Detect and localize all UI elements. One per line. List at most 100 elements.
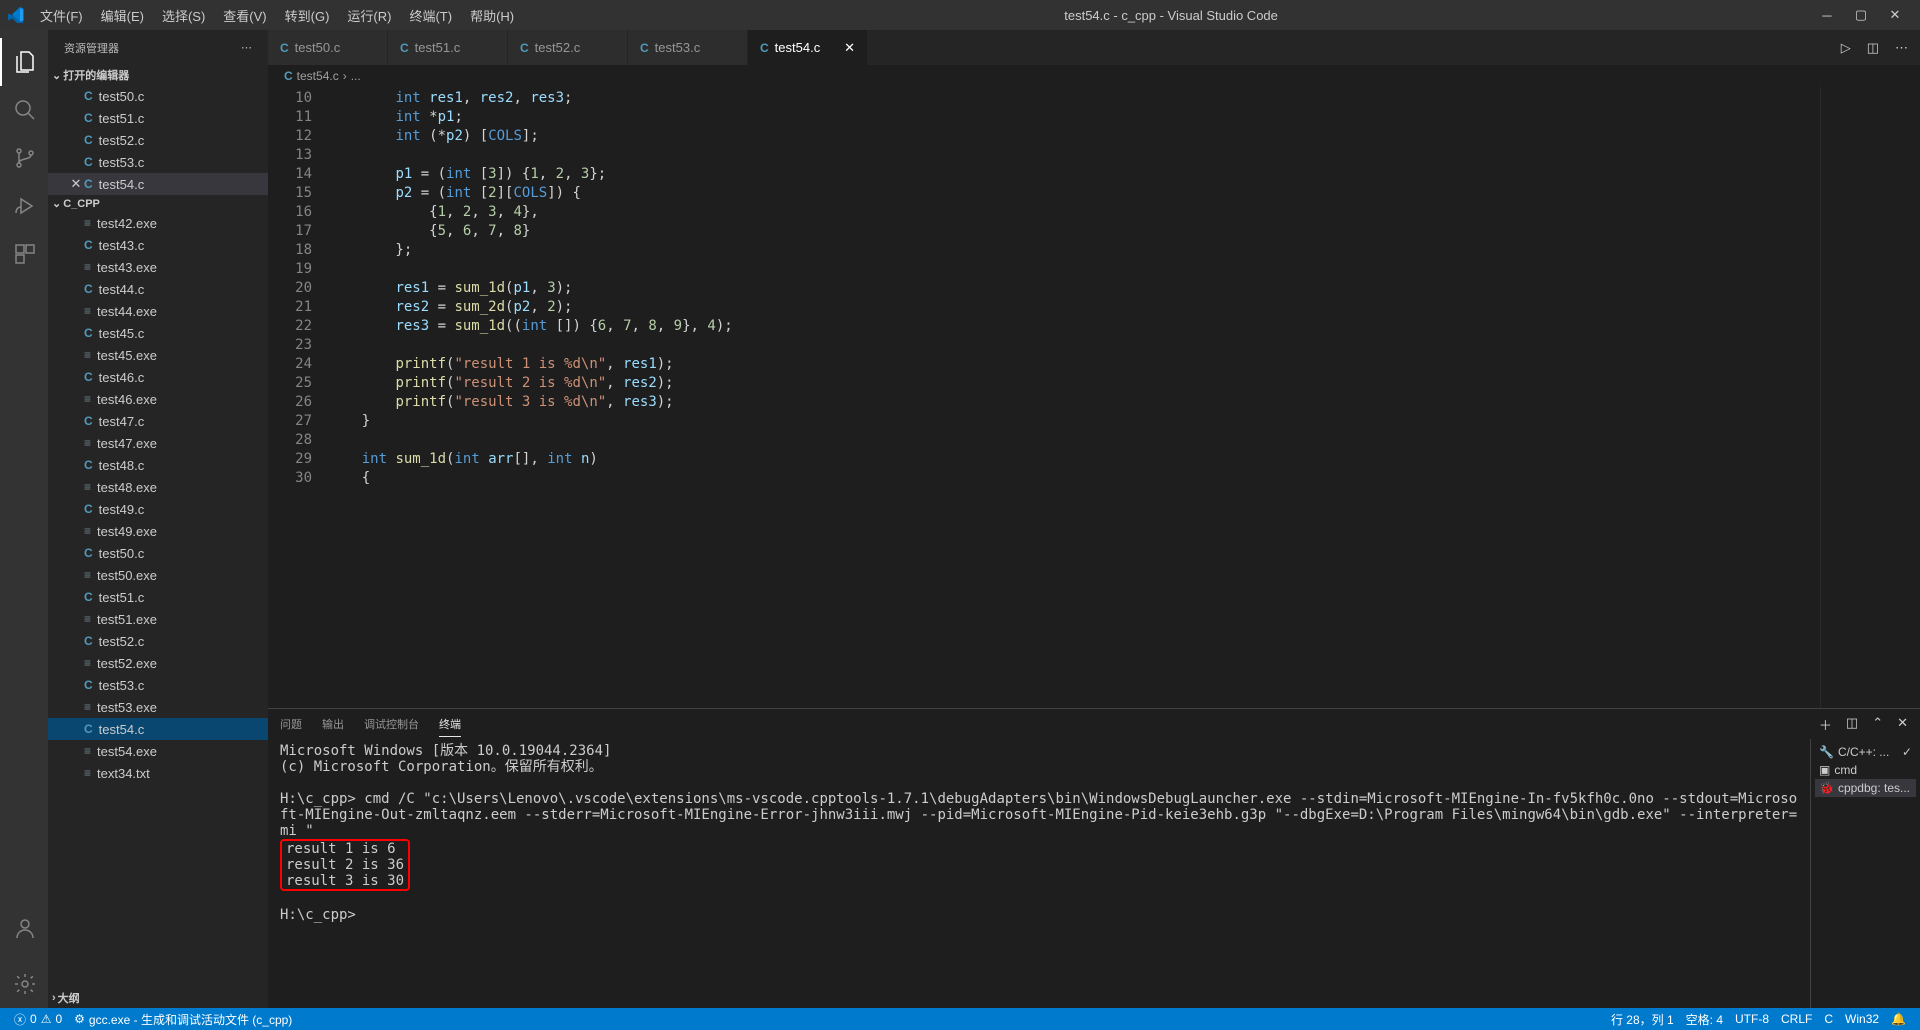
status-build[interactable]: ⚙gcc.exe - 生成和调试活动文件 (c_cpp)	[68, 1011, 298, 1028]
file-item[interactable]: ≡ test44.exe	[48, 300, 268, 322]
activity-search[interactable]	[0, 86, 48, 134]
status-platform[interactable]: Win32	[1839, 1011, 1885, 1028]
close-icon[interactable]: ✕	[836, 40, 855, 56]
breadcrumb[interactable]: C test54.c › ...	[268, 65, 1920, 87]
file-item[interactable]: ≡ test48.exe	[48, 476, 268, 498]
editor-tab[interactable]: C test54.c ✕	[748, 30, 868, 65]
status-linecol[interactable]: 行 28，列 1	[1605, 1011, 1680, 1028]
file-item[interactable]: C test46.c	[48, 366, 268, 388]
menu-select[interactable]: 选择(S)	[154, 2, 213, 29]
terminal-item[interactable]: 🐞 cppdbg: tes...	[1815, 779, 1916, 797]
menu-terminal[interactable]: 终端(T)	[401, 2, 460, 29]
tab-output[interactable]: 输出	[322, 712, 344, 736]
file-item[interactable]: C test48.c	[48, 454, 268, 476]
file-item[interactable]: C test44.c	[48, 278, 268, 300]
menu-go[interactable]: 转到(G)	[277, 2, 338, 29]
close-icon[interactable]: ✕	[68, 176, 84, 192]
status-spaces[interactable]: 空格: 4	[1680, 1011, 1729, 1028]
exe-file-icon: ≡	[84, 348, 91, 362]
activity-explorer[interactable]	[0, 38, 48, 86]
minimap[interactable]	[1820, 87, 1920, 708]
activity-account[interactable]	[0, 904, 48, 952]
file-item[interactable]: ≡ test45.exe	[48, 344, 268, 366]
open-editor-item[interactable]: ✕ C test53.c	[48, 151, 268, 173]
editor-tab[interactable]: C test50.c ✕	[268, 30, 388, 65]
tab-terminal[interactable]: 终端	[439, 712, 461, 737]
status-language[interactable]: C	[1818, 1011, 1839, 1028]
maximize-button[interactable]: ▢	[1854, 8, 1868, 22]
file-item[interactable]: ≡ test51.exe	[48, 608, 268, 630]
open-editor-item[interactable]: ✕ C test51.c	[48, 107, 268, 129]
menu-edit[interactable]: 编辑(E)	[93, 2, 152, 29]
file-item[interactable]: C test51.c	[48, 586, 268, 608]
file-item[interactable]: C test49.c	[48, 498, 268, 520]
open-editor-item[interactable]: ✕ C test54.c	[48, 173, 268, 195]
maximize-panel-icon[interactable]: ⌃	[1872, 715, 1883, 734]
menu-view[interactable]: 查看(V)	[215, 2, 274, 29]
file-item[interactable]: ≡ test52.exe	[48, 652, 268, 674]
editor-more-icon[interactable]: ⋯	[1895, 40, 1908, 56]
file-label: text34.txt	[97, 766, 150, 781]
menu-run[interactable]: 运行(R)	[339, 2, 399, 29]
close-panel-icon[interactable]: ✕	[1897, 715, 1908, 734]
file-item[interactable]: C test53.c	[48, 674, 268, 696]
close-button[interactable]: ✕	[1888, 8, 1902, 22]
file-item[interactable]: C test45.c	[48, 322, 268, 344]
run-icon[interactable]: ▷	[1841, 40, 1851, 56]
editor-tab[interactable]: C test52.c ✕	[508, 30, 628, 65]
file-item[interactable]: ≡ test43.exe	[48, 256, 268, 278]
file-label: test50.c	[99, 89, 145, 104]
file-item[interactable]: ≡ text34.txt	[48, 762, 268, 784]
result-highlight: result 1 is 6result 2 is 36result 3 is 3…	[280, 839, 410, 891]
terminal-item[interactable]: ▣ cmd	[1815, 761, 1916, 779]
menu-help[interactable]: 帮助(H)	[462, 2, 522, 29]
editor-tab[interactable]: C test53.c ✕	[628, 30, 748, 65]
file-label: test53.exe	[97, 700, 157, 715]
status-errors[interactable]: ⓧ0⚠0	[8, 1011, 68, 1028]
file-item[interactable]: ≡ test46.exe	[48, 388, 268, 410]
activity-extensions[interactable]	[0, 230, 48, 278]
split-terminal-icon[interactable]: ◫	[1846, 715, 1858, 734]
status-notifications[interactable]: 🔔	[1885, 1011, 1912, 1028]
file-label: test43.exe	[97, 260, 157, 275]
activity-scm[interactable]	[0, 134, 48, 182]
file-item[interactable]: C test47.c	[48, 410, 268, 432]
open-editors-section[interactable]: ⌄ 打开的编辑器	[48, 65, 268, 85]
file-item[interactable]: ≡ test47.exe	[48, 432, 268, 454]
terminal-item[interactable]: 🔧 C/C++: ... ✓	[1815, 743, 1916, 761]
c-file-icon: C	[84, 177, 93, 191]
new-terminal-icon[interactable]: ＋	[1819, 715, 1832, 734]
file-label: test48.exe	[97, 480, 157, 495]
status-eol[interactable]: CRLF	[1775, 1011, 1818, 1028]
activity-settings[interactable]	[0, 960, 48, 1008]
code-editor[interactable]: int res1, res2, res3; int *p1; int (*p2)…	[328, 87, 1820, 708]
file-label: test51.c	[99, 590, 145, 605]
menu-file[interactable]: 文件(F)	[32, 2, 91, 29]
editor-tab[interactable]: C test51.c ✕	[388, 30, 508, 65]
folder-section[interactable]: ⌄ C_CPP	[48, 195, 268, 212]
files-icon	[13, 50, 37, 74]
minimize-button[interactable]: ─	[1820, 8, 1834, 22]
file-item[interactable]: ≡ test50.exe	[48, 564, 268, 586]
file-item[interactable]: ≡ test49.exe	[48, 520, 268, 542]
outline-section[interactable]: › 大纲	[48, 988, 268, 1008]
file-item[interactable]: ≡ test54.exe	[48, 740, 268, 762]
file-item[interactable]: C test43.c	[48, 234, 268, 256]
file-item[interactable]: C test54.c	[48, 718, 268, 740]
account-icon	[13, 916, 37, 940]
file-item[interactable]: ≡ test53.exe	[48, 696, 268, 718]
file-item[interactable]: C test50.c	[48, 542, 268, 564]
status-encoding[interactable]: UTF-8	[1729, 1011, 1775, 1028]
chevron-right-icon: ›	[52, 992, 56, 1004]
tab-debug-console[interactable]: 调试控制台	[364, 712, 419, 736]
activity-debug[interactable]	[0, 182, 48, 230]
file-item[interactable]: ≡ test42.exe	[48, 212, 268, 234]
terminal-output[interactable]: Microsoft Windows [版本 10.0.19044.2364](c…	[268, 739, 1810, 1008]
c-file-icon: C	[84, 678, 93, 692]
explorer-more-icon[interactable]: ⋯	[241, 41, 252, 54]
open-editor-item[interactable]: ✕ C test50.c	[48, 85, 268, 107]
file-item[interactable]: C test52.c	[48, 630, 268, 652]
gear-icon	[13, 972, 37, 996]
open-editor-item[interactable]: ✕ C test52.c	[48, 129, 268, 151]
split-editor-icon[interactable]: ◫	[1867, 40, 1879, 56]
